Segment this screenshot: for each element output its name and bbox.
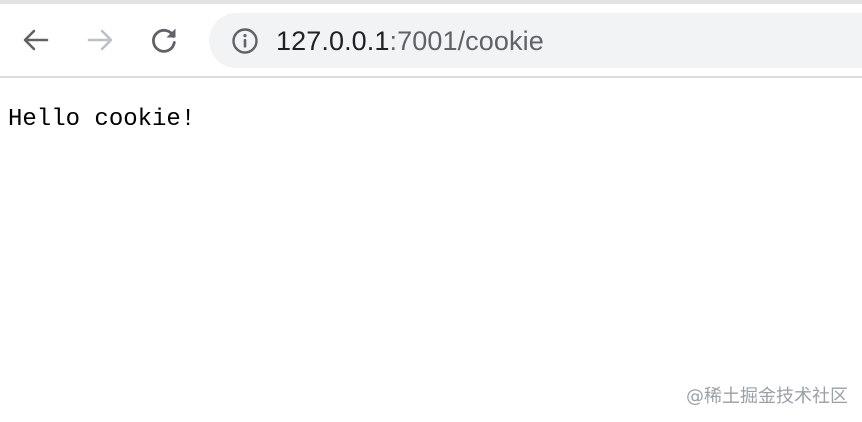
- url-path: :7001/cookie: [389, 26, 544, 56]
- site-info-button[interactable]: [230, 26, 260, 56]
- address-bar[interactable]: 127.0.0.1:7001/cookie: [209, 13, 862, 68]
- toolbar-divider: [0, 76, 862, 78]
- browser-toolbar: 127.0.0.1:7001/cookie: [0, 4, 862, 76]
- reload-icon: [152, 28, 176, 53]
- info-icon: [232, 28, 258, 54]
- forward-arrow-icon: [87, 29, 113, 51]
- page-body-text: Hello cookie!: [8, 106, 196, 133]
- forward-button[interactable]: [84, 24, 116, 56]
- url-host: 127.0.0.1: [276, 26, 390, 56]
- reload-button[interactable]: [148, 24, 180, 56]
- watermark-text: @稀土掘金技术社区: [686, 386, 848, 407]
- back-arrow-icon: [23, 29, 49, 51]
- back-button[interactable]: [20, 24, 52, 56]
- url-text[interactable]: 127.0.0.1:7001/cookie: [276, 24, 544, 58]
